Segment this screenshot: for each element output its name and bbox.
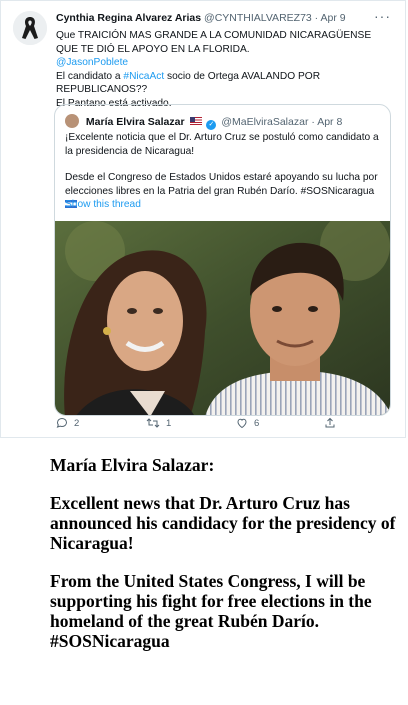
mention-link[interactable]: @JasonPoblete (56, 57, 128, 68)
dot-separator: · (314, 12, 319, 24)
quoted-para-2: Desde el Congreso de Estados Unidos esta… (65, 172, 378, 197)
tweet-line-3-pre: El candidato a (56, 70, 124, 82)
author-name[interactable]: Cynthia Regina Alvarez Arias (56, 12, 201, 24)
verified-badge-icon: ✓ (206, 120, 217, 130)
quoted-tweet-header: María Elvira Salazar ✓ @MaElviraSalazar … (65, 114, 342, 130)
hashtag-link[interactable]: #NicaAct (123, 71, 164, 82)
retweet-button[interactable]: 1 (146, 417, 171, 429)
translation-para-2: From the United States Congress, I will … (50, 571, 372, 651)
two-people-photo (55, 221, 390, 415)
quoted-author-name[interactable]: María Elvira Salazar (86, 116, 185, 128)
english-translation: María Elvira Salazar: Excellent news tha… (50, 455, 400, 669)
reply-button[interactable]: 2 (56, 417, 79, 429)
translation-para-1: Excellent news that Dr. Arturo Cruz has … (50, 493, 396, 553)
tweet-header: Cynthia Regina Alvarez Arias @CYNTHIALVA… (56, 12, 393, 24)
quoted-dot-separator: · (311, 116, 315, 128)
us-flag-icon (189, 117, 202, 125)
tweet-card[interactable]: Cynthia Regina Alvarez Arias @CYNTHIALVA… (0, 0, 406, 438)
quoted-author-handle[interactable]: @MaElviraSalazar (221, 116, 308, 128)
black-ribbon-icon (13, 11, 47, 45)
quoted-tweet-date[interactable]: Apr 8 (317, 116, 342, 128)
retweet-count: 1 (166, 417, 172, 429)
tweet-text: Que TRAICIÓN MAS GRANDE A LA COMUNIDAD N… (56, 29, 396, 110)
tweet-actions: 2 1 6 (56, 417, 356, 433)
reply-icon (56, 417, 68, 428)
share-icon (325, 417, 335, 428)
heart-icon (237, 418, 247, 429)
quoted-author-avatar[interactable] (65, 114, 79, 128)
show-thread-link[interactable]: Show this thread (65, 199, 141, 210)
tweet-date[interactable]: Apr 9 (321, 12, 346, 24)
tweet-line-1: Que TRAICIÓN MAS GRANDE A LA COMUNIDAD N… (56, 30, 372, 55)
more-options-icon[interactable]: ··· (374, 8, 391, 24)
translation-speaker: María Elvira Salazar: (50, 455, 215, 475)
like-button[interactable]: 6 (236, 417, 259, 429)
quoted-tweet-photo[interactable] (55, 221, 390, 415)
share-button[interactable] (324, 417, 336, 429)
retweet-icon (146, 418, 160, 428)
like-count: 6 (254, 417, 260, 429)
reply-count: 2 (74, 417, 80, 429)
author-avatar[interactable] (13, 11, 47, 45)
author-handle[interactable]: @CYNTHIALVAREZ73 (204, 12, 312, 24)
quoted-para-1: ¡Excelente noticia que el Dr. Arturo Cru… (65, 132, 379, 157)
quoted-tweet[interactable]: María Elvira Salazar ✓ @MaElviraSalazar … (54, 104, 391, 416)
